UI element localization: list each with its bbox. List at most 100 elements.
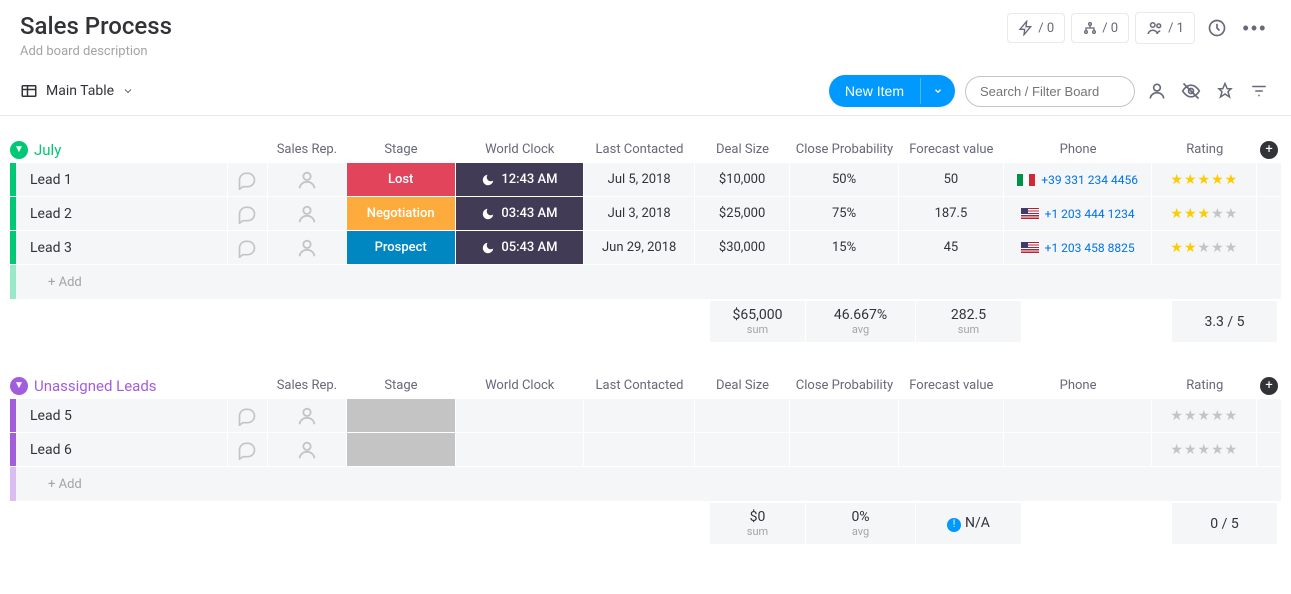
cell-deal[interactable]: $30,000 <box>695 231 790 264</box>
group-title[interactable]: July <box>34 141 61 159</box>
search-input[interactable] <box>965 76 1135 107</box>
cell-stage[interactable]: Negotiation <box>347 197 456 230</box>
cell-contact[interactable] <box>584 433 695 466</box>
col-header-stage[interactable]: Stage <box>347 136 456 163</box>
cell-forecast[interactable]: 50 <box>899 163 1004 196</box>
col-header-forecast[interactable]: Forecast value <box>899 136 1004 163</box>
row-chat-button[interactable] <box>228 197 268 230</box>
add-row[interactable]: + Add <box>10 467 1281 501</box>
cell-rating[interactable]: ★★★★★ <box>1152 433 1257 466</box>
col-header-rating[interactable]: Rating <box>1152 136 1257 163</box>
cell-forecast[interactable] <box>899 433 1004 466</box>
pin-button[interactable] <box>1213 79 1237 103</box>
row-chat-button[interactable] <box>228 399 268 432</box>
cell-rating[interactable]: ★★★★★ <box>1152 231 1257 264</box>
add-column-button[interactable]: + <box>1260 377 1278 395</box>
cell-prob[interactable]: 75% <box>790 197 899 230</box>
cell-contact[interactable]: Jul 5, 2018 <box>584 163 695 196</box>
integrations-badge[interactable]: / 0 <box>1071 13 1129 43</box>
cell-rating[interactable]: ★★★★★ <box>1152 197 1257 230</box>
hide-button[interactable] <box>1179 79 1203 103</box>
cell-stage[interactable] <box>347 399 456 432</box>
page-title[interactable]: Sales Process <box>20 12 172 40</box>
row-chat-button[interactable] <box>228 231 268 264</box>
group-collapse-toggle[interactable]: ▼ <box>10 141 28 159</box>
row-name-cell[interactable]: Lead 2 <box>16 197 228 230</box>
col-header-salesrep[interactable]: Sales Rep. <box>267 372 346 399</box>
phone-link[interactable]: +1 203 444 1234 <box>1045 207 1135 221</box>
col-header-phone[interactable]: Phone <box>1004 372 1152 399</box>
automations-badge[interactable]: / 0 <box>1007 13 1065 43</box>
col-header-deal[interactable]: Deal Size <box>695 372 790 399</box>
cell-prob[interactable]: 15% <box>790 231 899 264</box>
cell-phone[interactable]: +39 331 234 4456 <box>1004 163 1152 196</box>
cell-salesrep[interactable] <box>268 399 347 432</box>
cell-salesrep[interactable] <box>268 231 347 264</box>
cell-phone[interactable] <box>1004 399 1152 432</box>
cell-stage[interactable] <box>347 433 456 466</box>
phone-link[interactable]: +39 331 234 4456 <box>1041 173 1138 187</box>
cell-phone[interactable]: +1 203 444 1234 <box>1004 197 1152 230</box>
col-header-stage[interactable]: Stage <box>347 372 456 399</box>
col-header-prob[interactable]: Close Probability <box>790 372 899 399</box>
cell-deal[interactable] <box>695 433 790 466</box>
row-chat-button[interactable] <box>228 163 268 196</box>
filter-button[interactable] <box>1247 79 1271 103</box>
group-collapse-toggle[interactable]: ▼ <box>10 377 28 395</box>
col-header-phone[interactable]: Phone <box>1004 136 1152 163</box>
cell-prob[interactable] <box>790 433 899 466</box>
more-button[interactable]: ••• <box>1239 12 1271 44</box>
add-row[interactable]: + Add <box>10 265 1281 299</box>
cell-clock[interactable]: 12:43 AM <box>456 163 585 196</box>
col-header-forecast[interactable]: Forecast value <box>899 372 1004 399</box>
cell-rating[interactable]: ★★★★★ <box>1152 399 1257 432</box>
cell-rating[interactable]: ★★★★★ <box>1152 163 1257 196</box>
col-header-salesrep[interactable]: Sales Rep. <box>267 136 346 163</box>
row-name-cell[interactable]: Lead 6 <box>16 433 228 466</box>
cell-clock[interactable]: 05:43 AM <box>456 231 585 264</box>
person-filter-button[interactable] <box>1145 79 1169 103</box>
cell-salesrep[interactable] <box>268 433 347 466</box>
col-header-prob[interactable]: Close Probability <box>790 136 899 163</box>
col-header-clock[interactable]: World Clock <box>455 372 584 399</box>
board-description[interactable]: Add board description <box>20 44 172 59</box>
cell-deal[interactable]: $10,000 <box>695 163 790 196</box>
col-header-rating[interactable]: Rating <box>1152 372 1257 399</box>
filter-icon <box>1250 82 1268 100</box>
cell-clock[interactable] <box>456 433 585 466</box>
cell-prob[interactable]: 50% <box>790 163 899 196</box>
cell-stage[interactable]: Prospect <box>347 231 456 264</box>
col-header-contact[interactable]: Last Contacted <box>584 372 695 399</box>
row-chat-button[interactable] <box>228 433 268 466</box>
cell-phone[interactable]: +1 203 458 8825 <box>1004 231 1152 264</box>
cell-forecast[interactable]: 45 <box>899 231 1004 264</box>
cell-prob[interactable] <box>790 399 899 432</box>
row-name-cell[interactable]: Lead 3 <box>16 231 228 264</box>
cell-stage[interactable]: Lost <box>347 163 456 196</box>
new-item-caret[interactable] <box>920 78 955 104</box>
col-header-deal[interactable]: Deal Size <box>695 136 790 163</box>
cell-forecast[interactable] <box>899 399 1004 432</box>
cell-salesrep[interactable] <box>268 197 347 230</box>
cell-contact[interactable]: Jul 3, 2018 <box>584 197 695 230</box>
row-name-cell[interactable]: Lead 5 <box>16 399 228 432</box>
group-title[interactable]: Unassigned Leads <box>34 377 157 395</box>
cell-forecast[interactable]: 187.5 <box>899 197 1004 230</box>
people-badge[interactable]: / 1 <box>1135 12 1195 44</box>
new-item-button[interactable]: New Item <box>829 75 955 107</box>
phone-link[interactable]: +1 203 458 8825 <box>1045 241 1135 255</box>
row-name-cell[interactable]: Lead 1 <box>16 163 228 196</box>
cell-contact[interactable]: Jun 29, 2018 <box>584 231 695 264</box>
activity-button[interactable] <box>1201 12 1233 44</box>
col-header-contact[interactable]: Last Contacted <box>584 136 695 163</box>
add-column-button[interactable]: + <box>1260 141 1278 159</box>
cell-contact[interactable] <box>584 399 695 432</box>
cell-deal[interactable] <box>695 399 790 432</box>
cell-clock[interactable] <box>456 399 585 432</box>
cell-phone[interactable] <box>1004 433 1152 466</box>
cell-salesrep[interactable] <box>268 163 347 196</box>
cell-deal[interactable]: $25,000 <box>695 197 790 230</box>
col-header-clock[interactable]: World Clock <box>455 136 584 163</box>
main-table-view[interactable]: Main Table <box>20 82 134 100</box>
cell-clock[interactable]: 03:43 AM <box>456 197 585 230</box>
